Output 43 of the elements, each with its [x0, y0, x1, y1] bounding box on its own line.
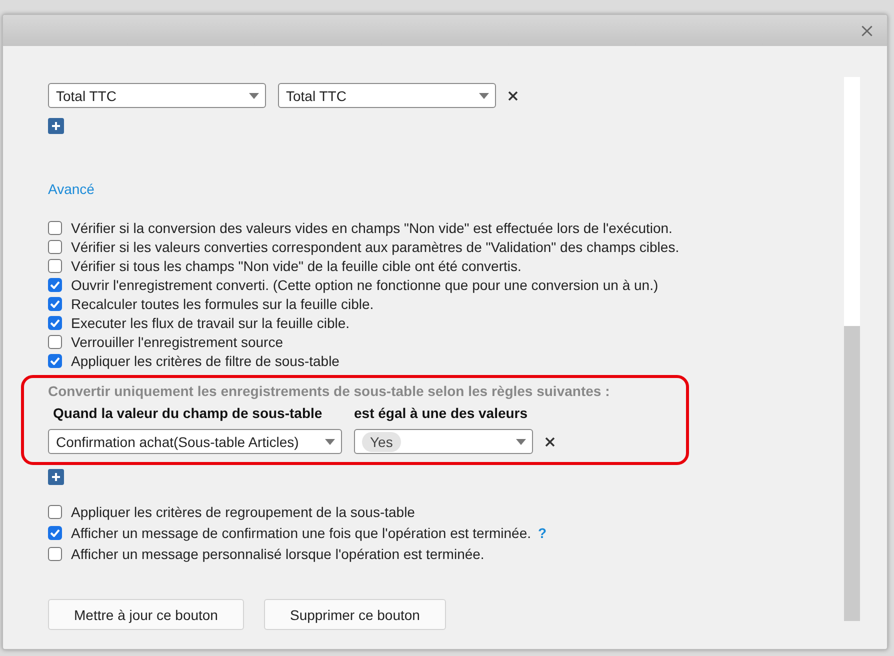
- checkbox[interactable]: [48, 278, 62, 292]
- checkbox[interactable]: [48, 258, 62, 272]
- add-icon[interactable]: [48, 469, 64, 485]
- checkbox[interactable]: [48, 296, 62, 310]
- field-select[interactable]: Confirmation achat(Sous-table Articles): [48, 429, 342, 454]
- checkbox[interactable]: [48, 504, 62, 518]
- checkbox[interactable]: [48, 526, 62, 540]
- scrollbar[interactable]: [844, 77, 860, 621]
- option-label: Recalculer toutes les formules sur la feuille cible.: [71, 296, 374, 312]
- close-icon[interactable]: [861, 24, 873, 36]
- action-button[interactable]: Supprimer ce bouton: [264, 599, 446, 630]
- option-label: Ouvrir l'enregistrement converti. (Cette option ne fonctionne que pour une conversion un à un.): [71, 276, 658, 292]
- remove-icon[interactable]: [508, 90, 518, 100]
- source-field-select[interactable]: Total TTC: [48, 83, 266, 108]
- checkbox[interactable]: [48, 240, 62, 254]
- checkbox[interactable]: [48, 546, 62, 560]
- option-label: Verrouiller l'enregistrement source: [71, 334, 283, 350]
- filter-heading: Convertir uniquement les enregistrements de sous-table selon les règles suivantes :: [48, 383, 611, 399]
- value-tag: Yes: [362, 432, 401, 452]
- option-label: Vérifier si tous les champs "Non vide" de la feuille cible ont été convertis.: [71, 258, 522, 274]
- option-label: Vérifier si la conversion des valeurs vides en champs "Non vide" est effectuée lors de l'exécution.: [71, 220, 672, 236]
- option-label: Appliquer les critères de regroupement de la sous-table: [71, 504, 415, 520]
- checkbox[interactable]: [48, 354, 62, 368]
- dropdown-caret-icon: [516, 438, 526, 444]
- option-label: Executer les flux de travail sur la feuille cible.: [71, 314, 350, 330]
- dropdown-caret-icon: [479, 92, 489, 98]
- dropdown-caret-icon: [249, 92, 259, 98]
- action-button[interactable]: Mettre à jour ce bouton: [48, 599, 244, 630]
- option-label: Vérifier si les valeurs converties correspondent aux paramètres de "Validation" des champs cibles.: [71, 238, 680, 254]
- checkbox[interactable]: [48, 220, 62, 234]
- column-label: Quand la valeur du champ de sous-table: [53, 405, 324, 421]
- column-label: est égal à une des valeurs: [354, 405, 528, 421]
- scrollbar-thumb[interactable]: [844, 326, 860, 621]
- checkbox[interactable]: [48, 316, 62, 330]
- option-label: Appliquer les critères de filtre de sous-table: [71, 352, 340, 368]
- add-icon[interactable]: [48, 118, 64, 134]
- dropdown-caret-icon: [325, 438, 335, 444]
- remove-icon[interactable]: [545, 436, 555, 446]
- checkbox[interactable]: [48, 334, 62, 348]
- option-label: Afficher un message personnalisé lorsque l'opération est terminée.: [71, 546, 484, 562]
- values-select[interactable]: Yes: [354, 429, 533, 454]
- option-label: Afficher un message de confirmation une fois que l'opération est terminée.: [71, 524, 532, 540]
- target-field-select[interactable]: Total TTC: [278, 83, 496, 108]
